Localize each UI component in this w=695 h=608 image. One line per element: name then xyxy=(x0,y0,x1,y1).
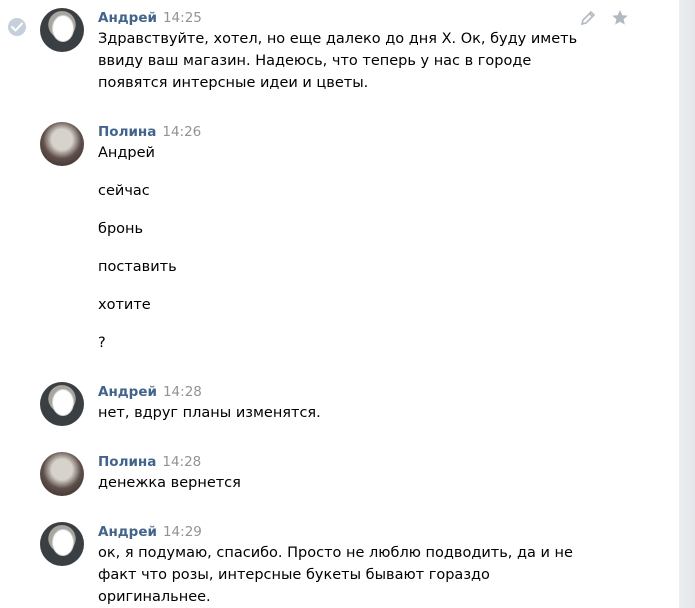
message-time[interactable]: 14:26 xyxy=(162,124,201,140)
text-line: ввиду ваш магазин. Надеюсь, что теперь у… xyxy=(98,53,532,69)
avatar[interactable] xyxy=(40,122,84,166)
message: Андрей 14:25 Здравствуйте, хотел, но еще … xyxy=(40,8,660,98)
message: Полина 14:28 денежка вернется xyxy=(40,452,660,502)
message-text: денежка вернется xyxy=(98,472,660,494)
scrollbar-track[interactable] xyxy=(679,0,695,608)
avatar[interactable] xyxy=(40,382,84,426)
avatar[interactable] xyxy=(40,8,84,52)
text-line: Здравствуйте, хотел, но еще далеко до дн… xyxy=(98,31,578,47)
message-time[interactable]: 14:28 xyxy=(163,384,202,400)
avatar-face xyxy=(52,389,74,416)
avatar-face xyxy=(52,529,74,556)
message-time[interactable]: 14:29 xyxy=(163,524,202,540)
message-text: нет, вдруг планы изменятся. xyxy=(98,402,660,424)
author-name[interactable]: Полина xyxy=(98,454,156,470)
text-line: поставить xyxy=(98,259,177,275)
author-name[interactable]: Андрей xyxy=(98,384,157,400)
text-line: денежка вернется xyxy=(98,475,241,491)
text-line: оригинальнее. xyxy=(98,589,211,605)
author-name[interactable]: Полина xyxy=(98,124,156,140)
author-name[interactable]: Андрей xyxy=(98,10,157,26)
message-text: ок, я подумаю, спасибо. Просто не люблю … xyxy=(98,542,660,608)
avatar[interactable] xyxy=(40,522,84,566)
message: Андрей 14:29 ок, я подумаю, спасибо. Прос… xyxy=(40,522,660,606)
text-line: появятся интерсные идеи и цветы. xyxy=(98,75,369,91)
text-line: ок, я подумаю, спасибо. Просто не люблю … xyxy=(98,545,573,561)
text-line: бронь xyxy=(98,221,144,237)
text-line: Андрей xyxy=(98,145,155,161)
text-line: хотите xyxy=(98,297,151,313)
check-circle-icon[interactable] xyxy=(8,18,26,36)
avatar[interactable] xyxy=(40,452,84,496)
text-line: факт что розы, интерсные букеты бывают г… xyxy=(98,567,490,583)
text-line: ? xyxy=(98,335,106,351)
avatar-face xyxy=(52,15,74,42)
message-time[interactable]: 14:25 xyxy=(163,10,202,26)
message-text: Здравствуйте, хотел, но еще далеко до дн… xyxy=(98,28,660,94)
message-time[interactable]: 14:28 xyxy=(162,454,201,470)
message-text: Андрей сейчас бронь поставить хотите ? xyxy=(98,142,660,354)
text-line: сейчас xyxy=(98,183,150,199)
message: Полина 14:26 Андрей сейчас бронь поставит… xyxy=(40,122,660,362)
message: Андрей 14:28 нет, вдруг планы изменятся. xyxy=(40,382,660,432)
author-name[interactable]: Андрей xyxy=(98,524,157,540)
text-line: нет, вдруг планы изменятся. xyxy=(98,405,321,421)
